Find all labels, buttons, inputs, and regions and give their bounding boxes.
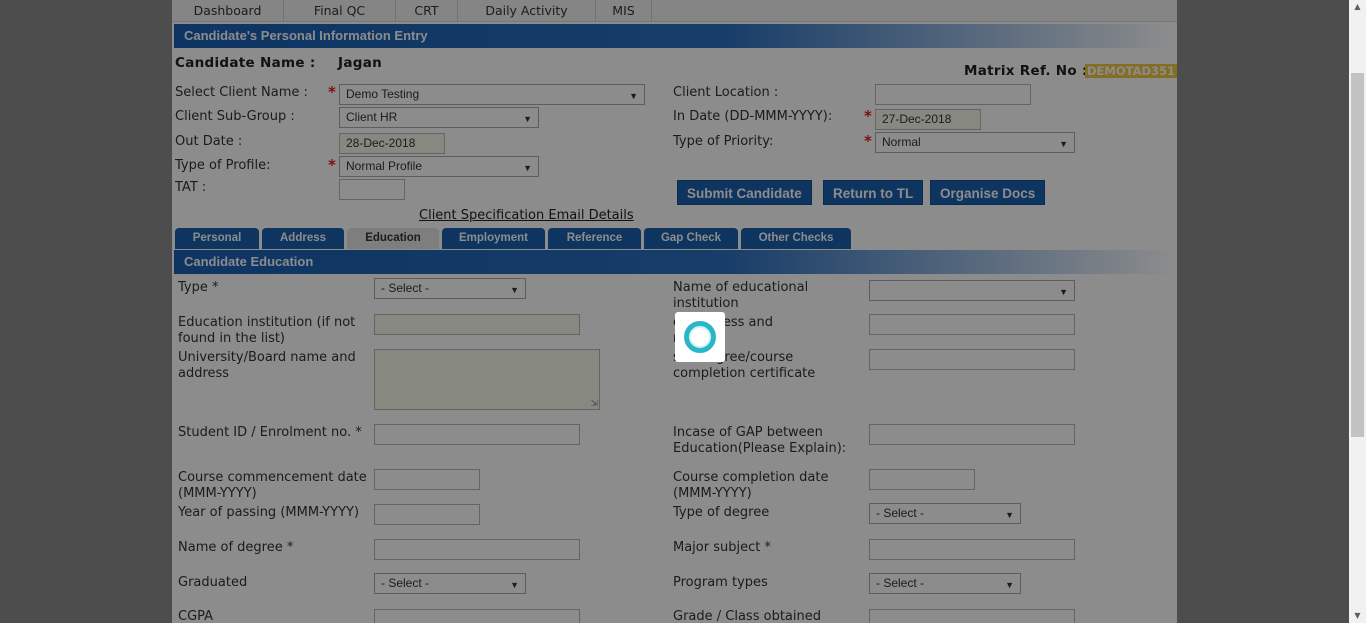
scrollbar-thumb[interactable] [1351, 73, 1364, 437]
scroll-down-icon[interactable]: ▼ [1349, 609, 1366, 623]
vertical-scrollbar[interactable]: ▲ ▼ [1349, 0, 1366, 623]
loading-spinner [675, 312, 725, 362]
scroll-up-icon[interactable]: ▲ [1349, 0, 1366, 14]
spinner-ring-icon [684, 321, 716, 353]
